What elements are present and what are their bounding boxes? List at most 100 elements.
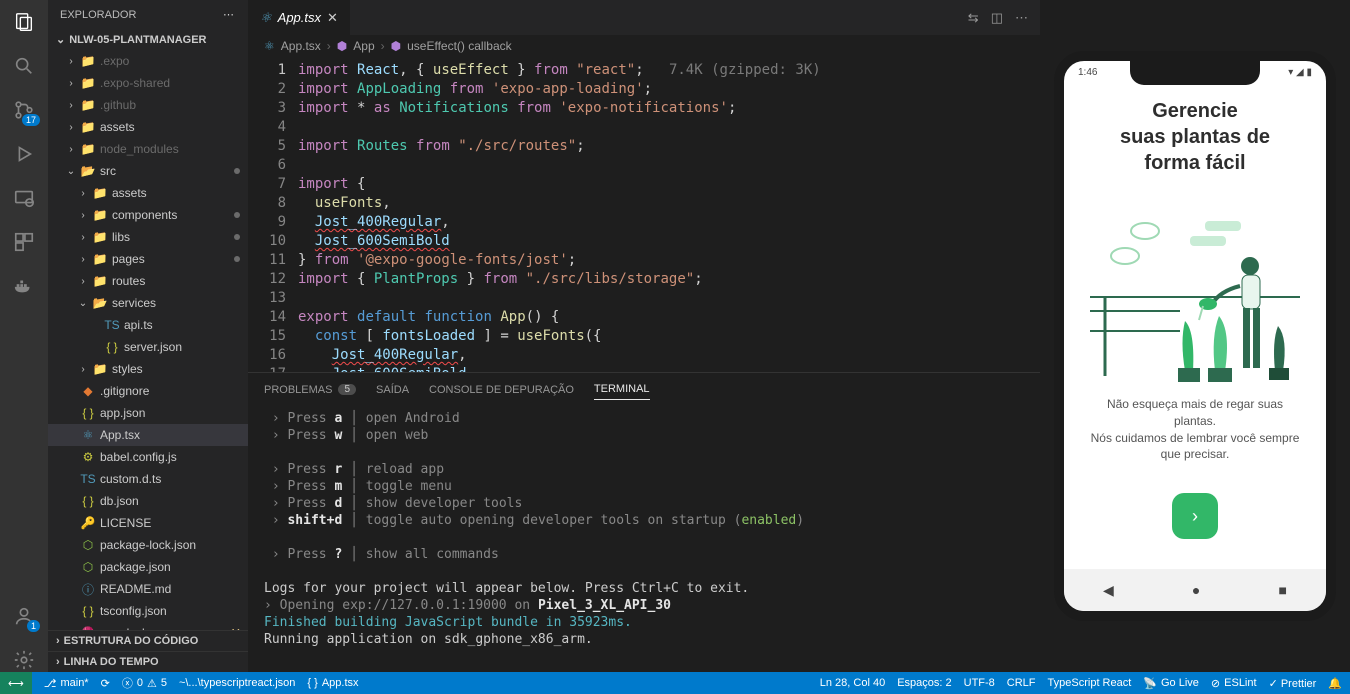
tree-label: src bbox=[100, 164, 116, 178]
tab-problems[interactable]: PROBLEMAS5 bbox=[264, 379, 356, 400]
tree-item[interactable]: ›📁libs bbox=[48, 226, 248, 248]
git-branch[interactable]: ⎇ main* bbox=[44, 677, 89, 690]
recents-icon[interactable]: ■ bbox=[1278, 582, 1286, 598]
account-icon[interactable]: 1 bbox=[12, 604, 36, 628]
close-tab-icon[interactable]: ✕ bbox=[327, 10, 338, 26]
tree-item[interactable]: { }tsconfig.json bbox=[48, 600, 248, 622]
tree-item[interactable]: { }db.json bbox=[48, 490, 248, 512]
tree-item[interactable]: ⌄📂services bbox=[48, 292, 248, 314]
tree-label: .expo-shared bbox=[100, 76, 170, 90]
device-preview: 1:46 ▾ ◢ ▮ Gerencie suas plantas de form… bbox=[1040, 0, 1350, 672]
file-icon: ⬡ bbox=[80, 560, 96, 574]
search-icon[interactable] bbox=[12, 54, 36, 78]
eslint-status[interactable]: ⊘ ESLint bbox=[1211, 677, 1257, 690]
file-icon: 📂 bbox=[80, 164, 96, 178]
language-mode[interactable]: TypeScript React bbox=[1048, 677, 1132, 689]
status-bar: ⟷ ⎇ main* ⟳ ⓧ 0 ⚠ 5 ~\...\typescriptreac… bbox=[0, 672, 1350, 694]
tree-item[interactable]: 🧶yarn.lockM bbox=[48, 622, 248, 630]
source-control-icon[interactable]: 17 bbox=[12, 98, 36, 122]
tree-item[interactable]: ⚛App.tsx bbox=[48, 424, 248, 446]
home-icon[interactable]: ● bbox=[1192, 582, 1200, 598]
tree-label: .expo bbox=[100, 54, 129, 68]
timeline-section[interactable]: ›LINHA DO TEMPO bbox=[48, 651, 248, 672]
tree-item[interactable]: ›📁node_modules bbox=[48, 138, 248, 160]
tab-output[interactable]: SAÍDA bbox=[376, 379, 409, 400]
tree-item[interactable]: ›📁pages bbox=[48, 248, 248, 270]
tree-item[interactable]: ›📁.expo-shared bbox=[48, 72, 248, 94]
app-headline: Gerencie suas plantas de forma fácil bbox=[1082, 98, 1308, 176]
tree-item[interactable]: ⚙babel.config.js bbox=[48, 446, 248, 468]
cursor-position[interactable]: Ln 28, Col 40 bbox=[820, 677, 885, 689]
tree-item[interactable]: ›📁assets bbox=[48, 182, 248, 204]
tree-label: pages bbox=[112, 252, 145, 266]
file-icon: ⓘ bbox=[80, 581, 96, 598]
tree-label: package.json bbox=[100, 560, 171, 574]
indentation[interactable]: Espaços: 2 bbox=[897, 677, 951, 689]
tree-label: App.tsx bbox=[100, 428, 140, 442]
code-editor[interactable]: 1234567891011121314151617 import React, … bbox=[248, 57, 1040, 372]
code-content[interactable]: import React, { useEffect } from "react"… bbox=[298, 57, 1040, 372]
project-header[interactable]: ⌄ NLW-05-PLANTMANAGER bbox=[48, 29, 248, 50]
more-actions-icon[interactable]: ⋯ bbox=[1015, 10, 1028, 26]
tree-item[interactable]: ⓘREADME.md bbox=[48, 578, 248, 600]
sync-icon[interactable]: ⟳ bbox=[101, 677, 110, 690]
panel-tab-bar: PROBLEMAS5 SAÍDA CONSOLE DE DEPURAÇÃO TE… bbox=[248, 373, 1040, 400]
app-subtitle: Não esqueça mais de regar suas plantas. … bbox=[1082, 396, 1308, 463]
tree-item[interactable]: ›📁.expo bbox=[48, 50, 248, 72]
tree-item[interactable]: TSapi.ts bbox=[48, 314, 248, 336]
extensions-icon[interactable] bbox=[12, 230, 36, 254]
file-icon: 📁 bbox=[92, 252, 108, 266]
file-path[interactable]: ~\...\typescriptreact.json bbox=[179, 677, 295, 689]
explorer-icon[interactable] bbox=[12, 10, 36, 34]
remote-indicator[interactable]: ⟷ bbox=[0, 672, 32, 694]
notifications-icon[interactable]: 🔔 bbox=[1328, 677, 1342, 690]
file-tree: ›📁.expo›📁.expo-shared›📁.github›📁assets›📁… bbox=[48, 50, 248, 630]
line-gutter: 1234567891011121314151617 bbox=[248, 57, 298, 372]
tree-item[interactable]: ⬡package-lock.json bbox=[48, 534, 248, 556]
tree-item[interactable]: TScustom.d.ts bbox=[48, 468, 248, 490]
tab-terminal[interactable]: TERMINAL bbox=[594, 379, 650, 400]
file-icon: { } bbox=[80, 406, 96, 420]
remote-explorer-icon[interactable] bbox=[12, 186, 36, 210]
tree-item[interactable]: ›📁components bbox=[48, 204, 248, 226]
docker-icon[interactable] bbox=[12, 274, 36, 298]
problems-indicator[interactable]: ⓧ 0 ⚠ 5 bbox=[122, 675, 167, 691]
start-button[interactable]: › bbox=[1172, 493, 1218, 539]
module-icon: ⬢ bbox=[337, 39, 347, 53]
encoding[interactable]: UTF-8 bbox=[964, 677, 995, 689]
tree-item[interactable]: ›📁routes bbox=[48, 270, 248, 292]
file-icon: 📁 bbox=[80, 98, 96, 112]
tab-debug-console[interactable]: CONSOLE DE DEPURAÇÃO bbox=[429, 379, 574, 400]
tree-label: custom.d.ts bbox=[100, 472, 161, 486]
back-icon[interactable]: ◀ bbox=[1103, 582, 1114, 599]
tree-item[interactable]: { }server.json bbox=[48, 336, 248, 358]
terminal[interactable]: › Press a │ open Android › Press w │ ope… bbox=[248, 400, 1040, 672]
tree-item[interactable]: 🔑LICENSE bbox=[48, 512, 248, 534]
tree-item[interactable]: { }app.json bbox=[48, 402, 248, 424]
file-icon: ⬡ bbox=[80, 538, 96, 552]
tree-item[interactable]: ⬡ package.json bbox=[48, 556, 248, 578]
tree-item[interactable]: ⌄📂src bbox=[48, 160, 248, 182]
tree-item[interactable]: ›📁assets bbox=[48, 116, 248, 138]
file-icon: 📁 bbox=[80, 142, 96, 156]
file-icon: { } bbox=[80, 604, 96, 618]
file-icon: TS bbox=[104, 318, 120, 332]
active-file[interactable]: { } App.tsx bbox=[307, 677, 358, 689]
split-editor-icon[interactable]: ◫ bbox=[991, 10, 1003, 26]
tree-item[interactable]: ›📁.github bbox=[48, 94, 248, 116]
run-debug-icon[interactable] bbox=[12, 142, 36, 166]
file-icon: ◆ bbox=[80, 384, 96, 398]
breadcrumb[interactable]: ⚛ App.tsx› ⬢ App› ⬢ useEffect() callback bbox=[248, 35, 1040, 57]
sidebar-more-icon[interactable]: ⋯ bbox=[223, 8, 236, 21]
react-icon: ⚛ bbox=[264, 39, 275, 53]
tab-app-tsx[interactable]: ⚛ App.tsx ✕ bbox=[248, 0, 351, 35]
prettier-status[interactable]: ✓ Prettier bbox=[1269, 677, 1317, 690]
tree-label: server.json bbox=[124, 340, 182, 354]
compare-icon[interactable]: ⇆ bbox=[968, 10, 979, 26]
tree-item[interactable]: ›📁styles bbox=[48, 358, 248, 380]
eol[interactable]: CRLF bbox=[1007, 677, 1036, 689]
settings-gear-icon[interactable] bbox=[12, 648, 36, 672]
tree-item[interactable]: ◆.gitignore bbox=[48, 380, 248, 402]
go-live[interactable]: 📡 Go Live bbox=[1143, 677, 1199, 690]
outline-section[interactable]: ›ESTRUTURA DO CÓDIGO bbox=[48, 630, 248, 651]
